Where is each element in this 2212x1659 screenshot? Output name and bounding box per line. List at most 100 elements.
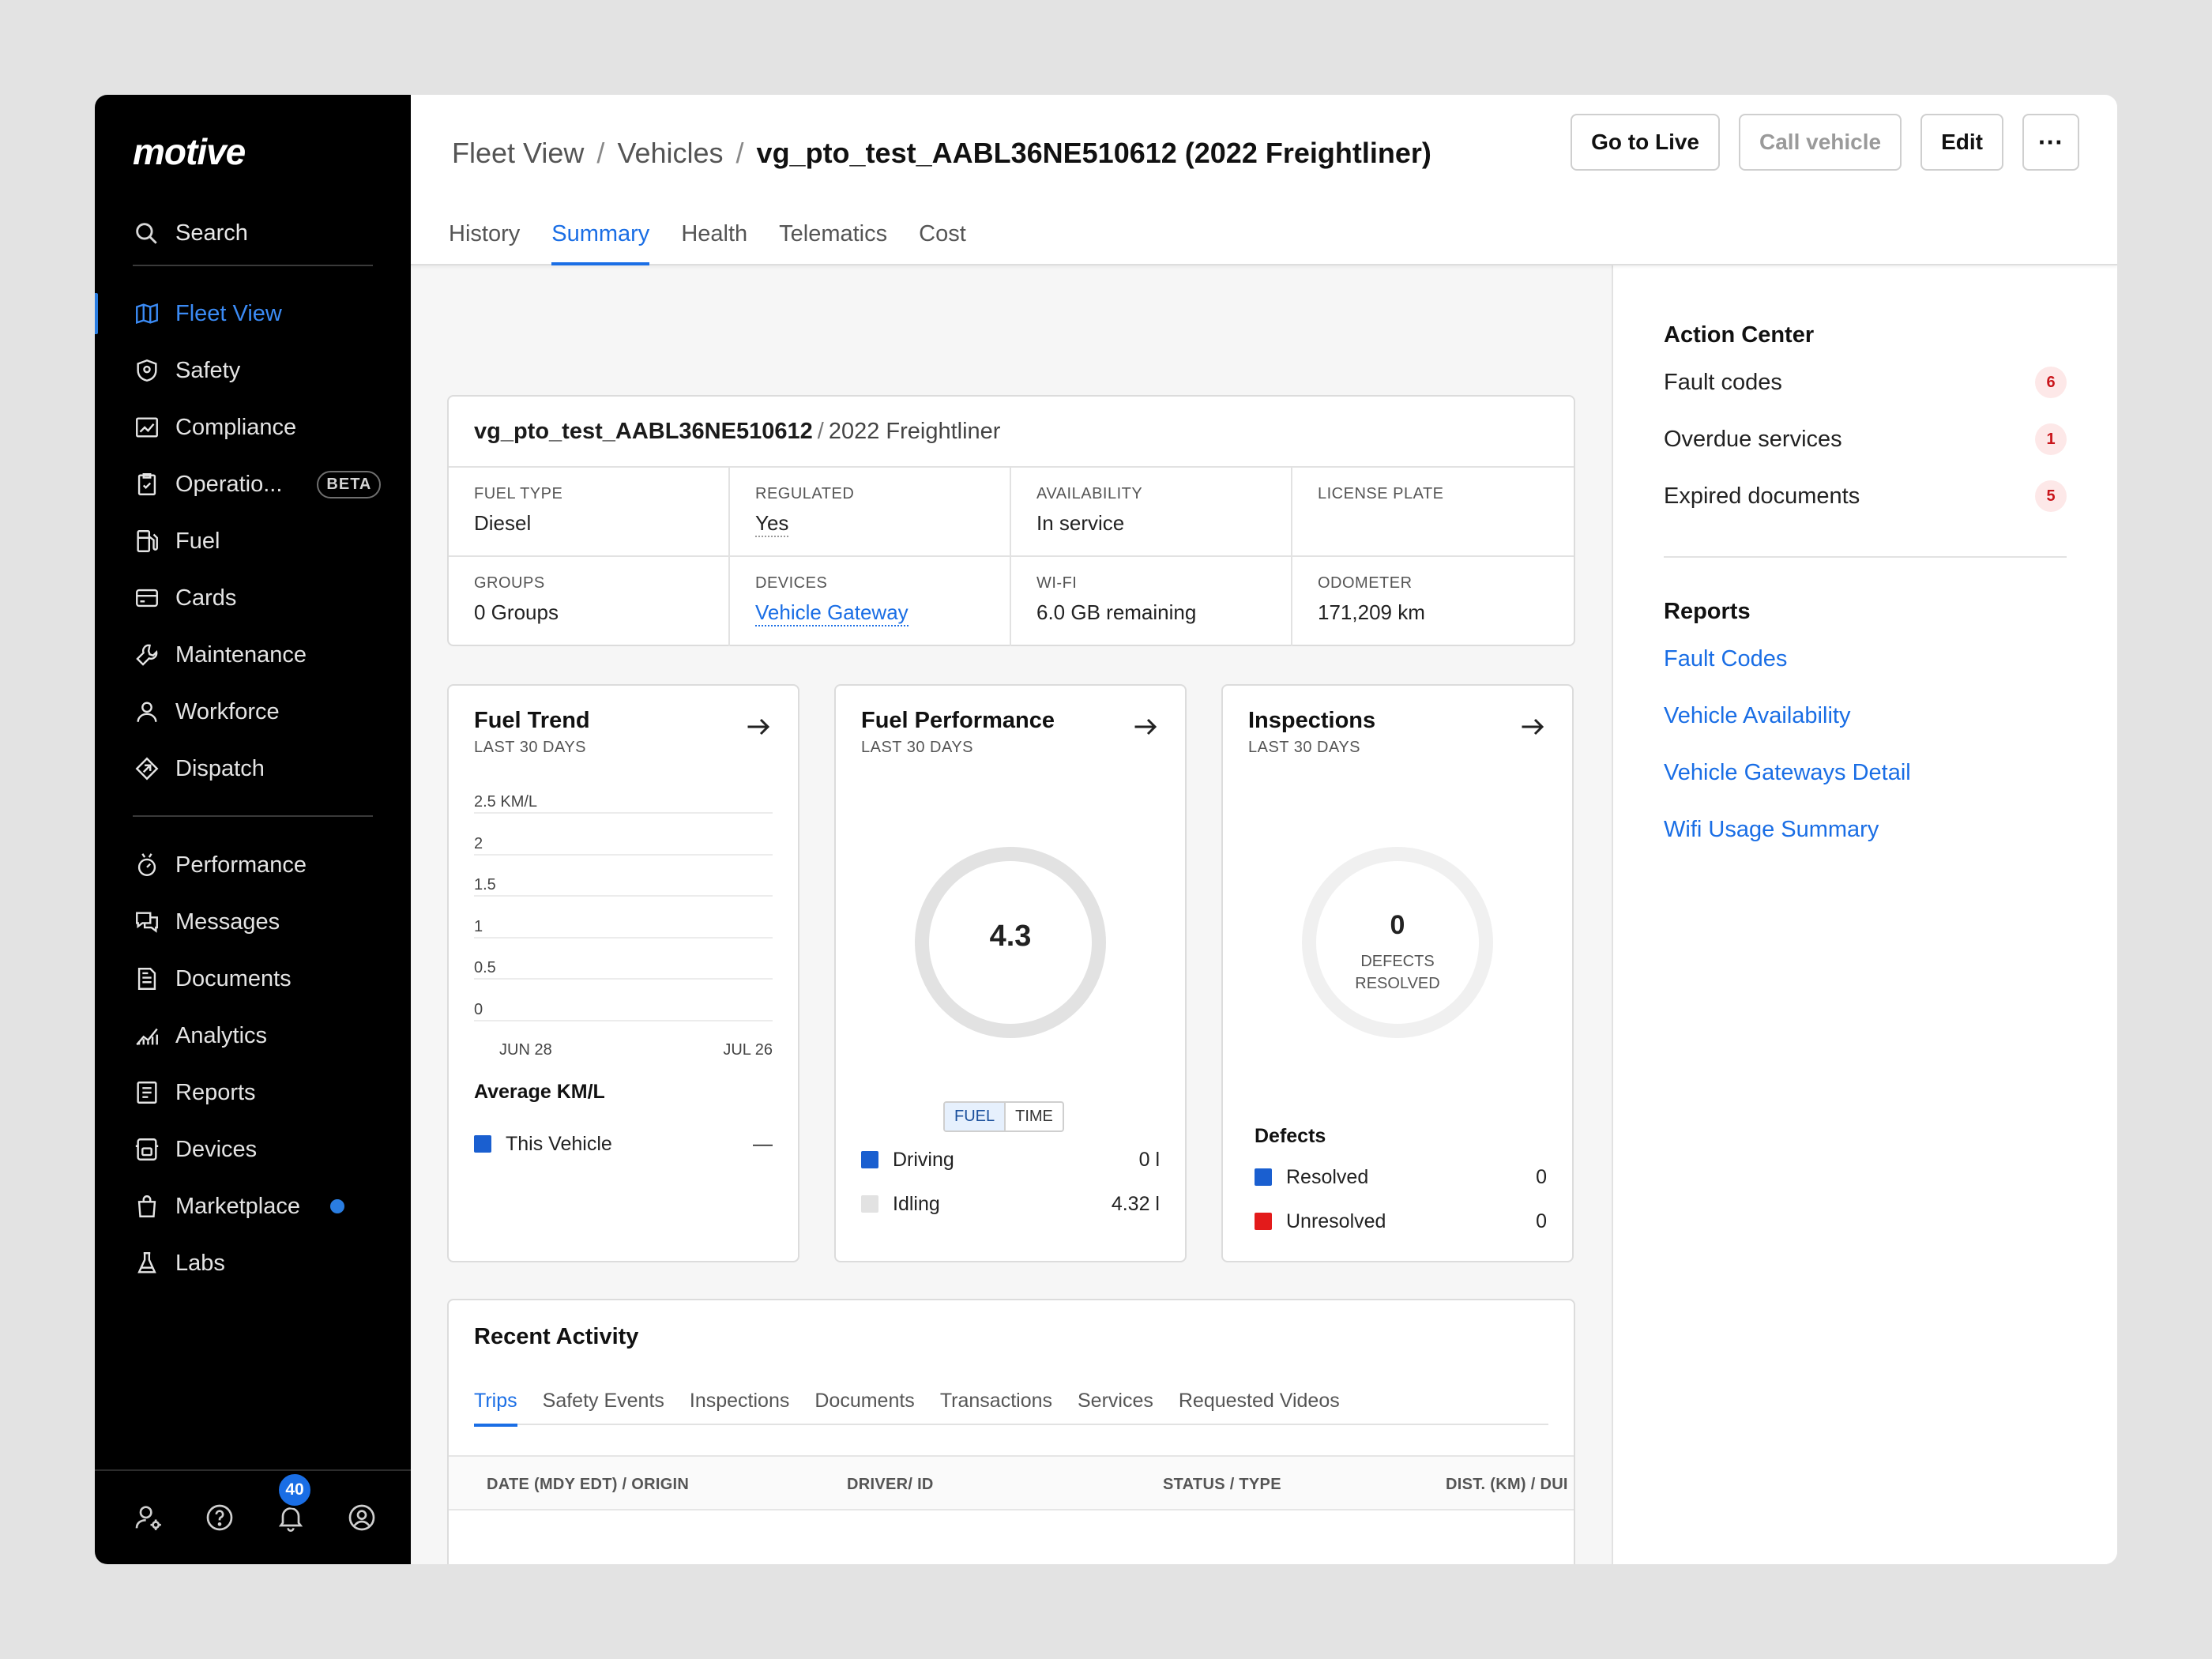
activity-tab-trips[interactable]: Trips (474, 1376, 517, 1427)
sidebar-item-label: Devices (175, 1136, 258, 1162)
flask-icon (133, 1249, 161, 1277)
column-header[interactable]: DIST. (KM) / DUI (1446, 1457, 1568, 1512)
sidebar-item-compliance[interactable]: Compliance (95, 399, 411, 456)
y-tick-label: 0 (474, 1000, 483, 1018)
reports-title: Reports (1664, 598, 1751, 624)
activity-tab-documents[interactable]: Documents (814, 1376, 914, 1425)
nav-secondary: Performance Messages Documents Analytics Rep… (95, 837, 411, 1292)
sidebar-item-performance[interactable]: Performance (95, 837, 411, 893)
sidebar-item-labs[interactable]: Labs (95, 1235, 411, 1292)
activity-tab-inspections[interactable]: Inspections (690, 1376, 789, 1425)
activity-tab-safety-events[interactable]: Safety Events (543, 1376, 664, 1425)
sidebar-item-label: Documents (175, 965, 292, 991)
legend-value: 0 (1536, 1209, 1547, 1232)
header-actions: Go to Live Call vehicle Edit ··· (1571, 114, 2079, 171)
vehicle-info-grid: FUEL TYPE Diesel REGULATED Yes AVAILABILITY I… (449, 468, 1574, 646)
sidebar-item-workforce[interactable]: Workforce (95, 683, 411, 740)
field-value[interactable]: Yes (755, 511, 789, 537)
sidebar-item-fleet-view[interactable]: Fleet View (95, 285, 411, 342)
compliance-icon (133, 413, 161, 442)
field-wi-fi: WI-FI 6.0 GB remaining (1011, 557, 1292, 646)
report-link-fault-codes[interactable]: Fault Codes (1664, 630, 2067, 687)
page-title: vg_pto_test_AABL36NE510612 (2022 Freight… (756, 137, 1431, 169)
sidebar-item-messages[interactable]: Messages (95, 893, 411, 950)
user-profile-icon[interactable] (346, 1502, 378, 1533)
sidebar-item-operatio[interactable]: Operatio... BETA (95, 456, 411, 513)
sidebar-item-label: Maintenance (175, 641, 307, 668)
sidebar-item-safety[interactable]: Safety (95, 342, 411, 399)
sidebar-item-dispatch[interactable]: Dispatch (95, 740, 411, 797)
help-icon[interactable] (204, 1502, 235, 1533)
sidebar-item-label: Marketplace (175, 1193, 300, 1219)
sidebar-item-marketplace[interactable]: Marketplace (95, 1178, 411, 1235)
tab-health[interactable]: Health (681, 202, 747, 265)
fuel-trend-subtitle: LAST 30 DAYS (474, 739, 586, 756)
wrench-icon (133, 641, 161, 669)
sidebar-item-documents[interactable]: Documents (95, 950, 411, 1007)
field-availability: AVAILABILITY In service (1011, 468, 1292, 557)
tab-summary[interactable]: Summary (551, 202, 650, 265)
logo-text: motive (133, 133, 246, 171)
tab-telematics[interactable]: Telematics (779, 202, 887, 265)
field-license-plate: LICENSE PLATE (1292, 468, 1574, 557)
field-label: GROUPS (474, 574, 545, 592)
sidebar-item-cards[interactable]: Cards (95, 570, 411, 626)
right-panel-divider (1664, 556, 2067, 558)
report-link-wifi-usage-summary[interactable]: Wifi Usage Summary (1664, 801, 2067, 858)
report-link-vehicle-gateways-detail[interactable]: Vehicle Gateways Detail (1664, 744, 2067, 801)
toggle-fuel[interactable]: FUEL (945, 1103, 1006, 1130)
sidebar-item-label: Workforce (175, 698, 280, 724)
edit-button[interactable]: Edit (1920, 114, 2003, 171)
sidebar-item-fuel[interactable]: Fuel (95, 513, 411, 570)
legend-swatch (1255, 1168, 1272, 1186)
sidebar-search[interactable]: Search (133, 198, 248, 269)
legend-driving: Driving 0 l (861, 1144, 1160, 1176)
column-header[interactable]: STATUS / TYPE (1163, 1457, 1281, 1512)
arrow-right-icon[interactable] (744, 713, 773, 741)
breadcrumb-vehicles[interactable]: Vehicles (617, 137, 723, 170)
gridline (474, 895, 773, 897)
toggle-time[interactable]: TIME (1006, 1103, 1063, 1130)
admin-settings-icon[interactable] (133, 1502, 164, 1533)
arrow-right-icon[interactable] (1518, 713, 1547, 741)
arrow-right-icon[interactable] (1131, 713, 1160, 741)
go-to-live-button[interactable]: Go to Live (1571, 114, 1721, 171)
sidebar-item-analytics[interactable]: Analytics (95, 1007, 411, 1064)
sidebar-item-maintenance[interactable]: Maintenance (95, 626, 411, 683)
inspections-header: Inspections LAST 30 DAYS (1248, 708, 1375, 757)
action-center-list: Fault codes 6 Overdue services 1 Expired doc… (1664, 354, 2067, 525)
sidebar-item-devices[interactable]: Devices (95, 1121, 411, 1178)
motive-logo[interactable]: motive (133, 120, 275, 183)
column-header[interactable]: DRIVER/ ID (847, 1457, 934, 1512)
activity-tab-requested-videos[interactable]: Requested Videos (1179, 1376, 1340, 1425)
tab-cost[interactable]: Cost (919, 202, 966, 265)
vehicle-info-separator: / (817, 418, 824, 444)
legend-value: — (753, 1132, 773, 1155)
legend-swatch (474, 1135, 491, 1153)
breadcrumb-fleet-view[interactable]: Fleet View (452, 137, 584, 170)
card-icon (133, 584, 161, 612)
shield-icon (133, 356, 161, 385)
action-item-fault-codes[interactable]: Fault codes 6 (1664, 354, 2067, 411)
fuel-performance-card: Fuel Performance LAST 30 DAYS 4.3 FUEL T… (834, 684, 1187, 1262)
sidebar-item-reports[interactable]: Reports (95, 1064, 411, 1121)
column-header[interactable]: DATE (MDY EDT) / ORIGIN (487, 1457, 689, 1512)
activity-tab-services[interactable]: Services (1078, 1376, 1153, 1425)
tab-history[interactable]: History (449, 202, 520, 265)
call-vehicle-button[interactable]: Call vehicle (1739, 114, 1902, 171)
page-content: vg_pto_test_AABL36NE510612 / 2022 Freigh… (411, 265, 2117, 1564)
y-tick-label: 0.5 (474, 959, 496, 976)
notifications-bell-icon[interactable]: 40 (275, 1472, 313, 1533)
sidebar: motive Search Fleet View Safety Compliance… (95, 95, 411, 1564)
activity-tab-transactions[interactable]: Transactions (940, 1376, 1052, 1425)
field-groups: GROUPS 0 Groups (449, 557, 730, 646)
person-icon (133, 698, 161, 726)
vehicle-gateway-link[interactable]: Vehicle Gateway (755, 600, 908, 626)
action-item-expired-documents[interactable]: Expired documents 5 (1664, 468, 2067, 525)
fuel-performance-subtitle: LAST 30 DAYS (861, 739, 973, 756)
action-item-overdue-services[interactable]: Overdue services 1 (1664, 411, 2067, 468)
fuel-trend-card: Fuel Trend LAST 30 DAYS 2.5 KM/L 2 1.5 1 0.5… (447, 684, 799, 1262)
more-options-button[interactable]: ··· (2022, 114, 2079, 171)
count-badge: 1 (2035, 423, 2067, 455)
report-link-vehicle-availability[interactable]: Vehicle Availability (1664, 687, 2067, 744)
